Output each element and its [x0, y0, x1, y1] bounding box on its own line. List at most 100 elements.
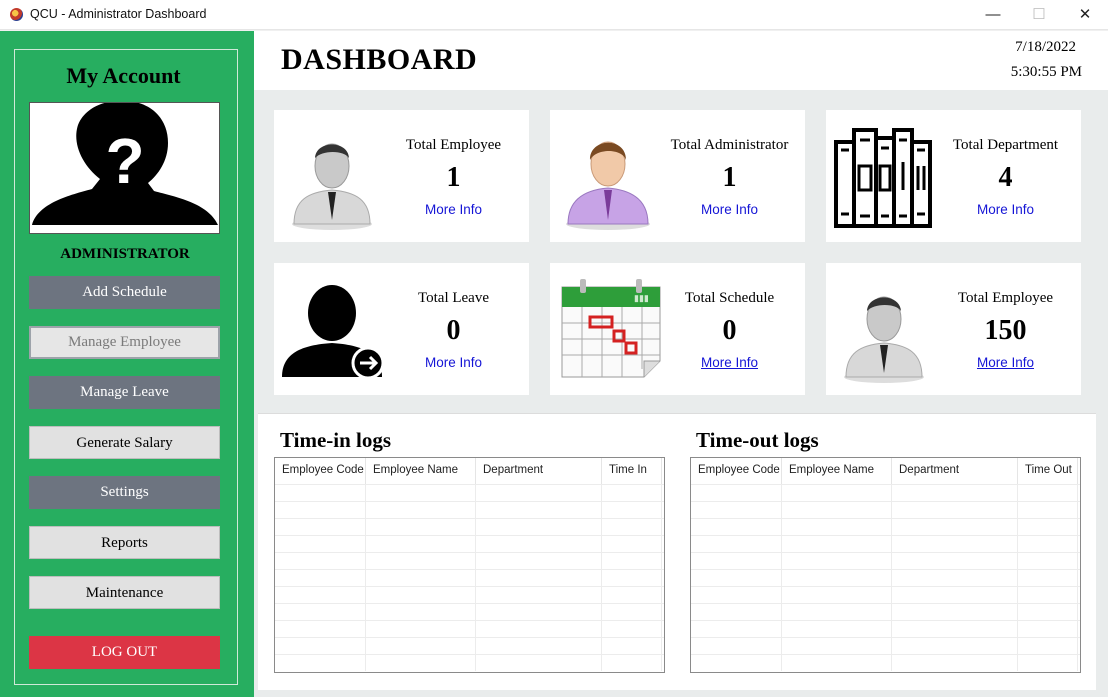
- column-header[interactable]: Department: [892, 458, 1018, 484]
- table-cell: [366, 587, 476, 603]
- column-header[interactable]: Time In: [602, 458, 662, 484]
- page-title: DASHBOARD: [281, 43, 478, 76]
- table-cell: [602, 621, 662, 637]
- employee-icon: [844, 296, 924, 383]
- generate-salary-button[interactable]: Generate Salary: [29, 426, 220, 459]
- card-label: Total Employee: [957, 290, 1054, 306]
- table-row: [691, 535, 1080, 552]
- table-row: [691, 569, 1080, 586]
- table-cell: [275, 638, 366, 654]
- table-row: [275, 501, 664, 518]
- sidebar: My Account ? ADMINISTRATOR Add Schedule …: [0, 31, 254, 697]
- more-info-link[interactable]: More Info: [938, 202, 1073, 217]
- window-title: QCU - Administrator Dashboard: [30, 7, 207, 21]
- table-cell: [602, 485, 662, 501]
- table-cell: [476, 587, 602, 603]
- table-cell: [782, 621, 892, 637]
- table-cell: [691, 502, 782, 518]
- more-info-link[interactable]: More Info: [386, 202, 521, 217]
- more-info-link[interactable]: More Info: [662, 202, 797, 217]
- table-header: Employee Code Employee Name Department T…: [691, 458, 1080, 484]
- settings-button[interactable]: Settings: [29, 476, 220, 509]
- card-value: 150: [984, 315, 1027, 346]
- column-header[interactable]: Department: [476, 458, 602, 484]
- add-schedule-button[interactable]: Add Schedule: [29, 276, 220, 309]
- more-info-link[interactable]: More Info: [662, 355, 797, 370]
- table-row: [691, 654, 1080, 671]
- employee-icon: [292, 143, 372, 230]
- table-cell: [691, 553, 782, 569]
- table-cell: [782, 502, 892, 518]
- card-total-department: Total Department 4 More Info: [826, 110, 1081, 242]
- table-cell: [275, 604, 366, 620]
- more-info-link[interactable]: More Info: [386, 355, 521, 370]
- manage-employee-button[interactable]: Manage Employee: [29, 326, 220, 359]
- svg-text:▮▮▮: ▮▮▮: [634, 293, 649, 303]
- table-cell: [892, 570, 1018, 586]
- manage-leave-button[interactable]: Manage Leave: [29, 376, 220, 409]
- minimize-button[interactable]: —: [970, 0, 1016, 30]
- column-header[interactable]: Employee Name: [366, 458, 476, 484]
- maximize-button[interactable]: ☐: [1016, 0, 1062, 30]
- close-button[interactable]: ✕: [1062, 0, 1108, 30]
- logout-button[interactable]: LOG OUT: [29, 636, 220, 669]
- calendar-icon: ▮▮▮: [561, 279, 661, 378]
- table-row: [275, 620, 664, 637]
- table-row: [275, 586, 664, 603]
- table-row: [275, 654, 664, 671]
- time-out-logs-table[interactable]: Employee Code Employee Name Department T…: [690, 457, 1081, 673]
- table-cell: [892, 519, 1018, 535]
- time-in-logs-title: Time-in logs: [280, 428, 392, 452]
- table-cell: [602, 536, 662, 552]
- table-cell: [602, 553, 662, 569]
- administrator-icon: [566, 141, 650, 230]
- table-cell: [691, 655, 782, 671]
- table-cell: [275, 553, 366, 569]
- table-cell: [366, 621, 476, 637]
- column-header[interactable]: Employee Code: [275, 458, 366, 484]
- maintenance-button[interactable]: Maintenance: [29, 576, 220, 609]
- card-label: Total Department: [952, 137, 1059, 153]
- table-row: [691, 637, 1080, 654]
- table-cell: [1018, 638, 1078, 654]
- table-cell: [782, 587, 892, 603]
- role-label: ADMINISTRATOR: [60, 246, 190, 262]
- table-cell: [1018, 655, 1078, 671]
- logs-panel: Time-in logs Employee Code Employee Name…: [258, 413, 1096, 690]
- table-cell: [275, 485, 366, 501]
- table-row: [275, 518, 664, 535]
- date-display: 7/18/2022: [1015, 39, 1076, 55]
- card-value: 4: [998, 162, 1013, 193]
- time-display: 5:30:55 PM: [1010, 64, 1082, 80]
- table-cell: [366, 553, 476, 569]
- table-cell: [892, 485, 1018, 501]
- table-cell: [366, 638, 476, 654]
- table-cell: [1018, 570, 1078, 586]
- main-content: DASHBOARD 7/18/2022 5:30:55 PM Total Emp…: [254, 31, 1108, 697]
- table-cell: [1018, 553, 1078, 569]
- table-row: [691, 620, 1080, 637]
- table-cell: [892, 553, 1018, 569]
- card-value: 1: [446, 162, 461, 193]
- table-row: [691, 552, 1080, 569]
- table-cell: [476, 519, 602, 535]
- table-cell: [892, 655, 1018, 671]
- table-cell: [782, 604, 892, 620]
- more-info-link[interactable]: More Info: [938, 355, 1073, 370]
- table-cell: [602, 502, 662, 518]
- table-cell: [476, 485, 602, 501]
- column-header[interactable]: Employee Code: [691, 458, 782, 484]
- books-icon: [834, 128, 932, 228]
- table-cell: [476, 553, 602, 569]
- table-row: [275, 552, 664, 569]
- time-in-logs-table[interactable]: Employee Code Employee Name Department T…: [274, 457, 665, 673]
- app-logo-icon: [10, 8, 23, 21]
- column-header[interactable]: Time Out: [1018, 458, 1078, 484]
- column-header[interactable]: Employee Name: [782, 458, 892, 484]
- card-value: 0: [722, 315, 737, 346]
- reports-button[interactable]: Reports: [29, 526, 220, 559]
- table-cell: [892, 536, 1018, 552]
- card-label: Total Schedule: [684, 290, 775, 306]
- table-cell: [476, 536, 602, 552]
- card-label: Total Administrator: [670, 137, 789, 153]
